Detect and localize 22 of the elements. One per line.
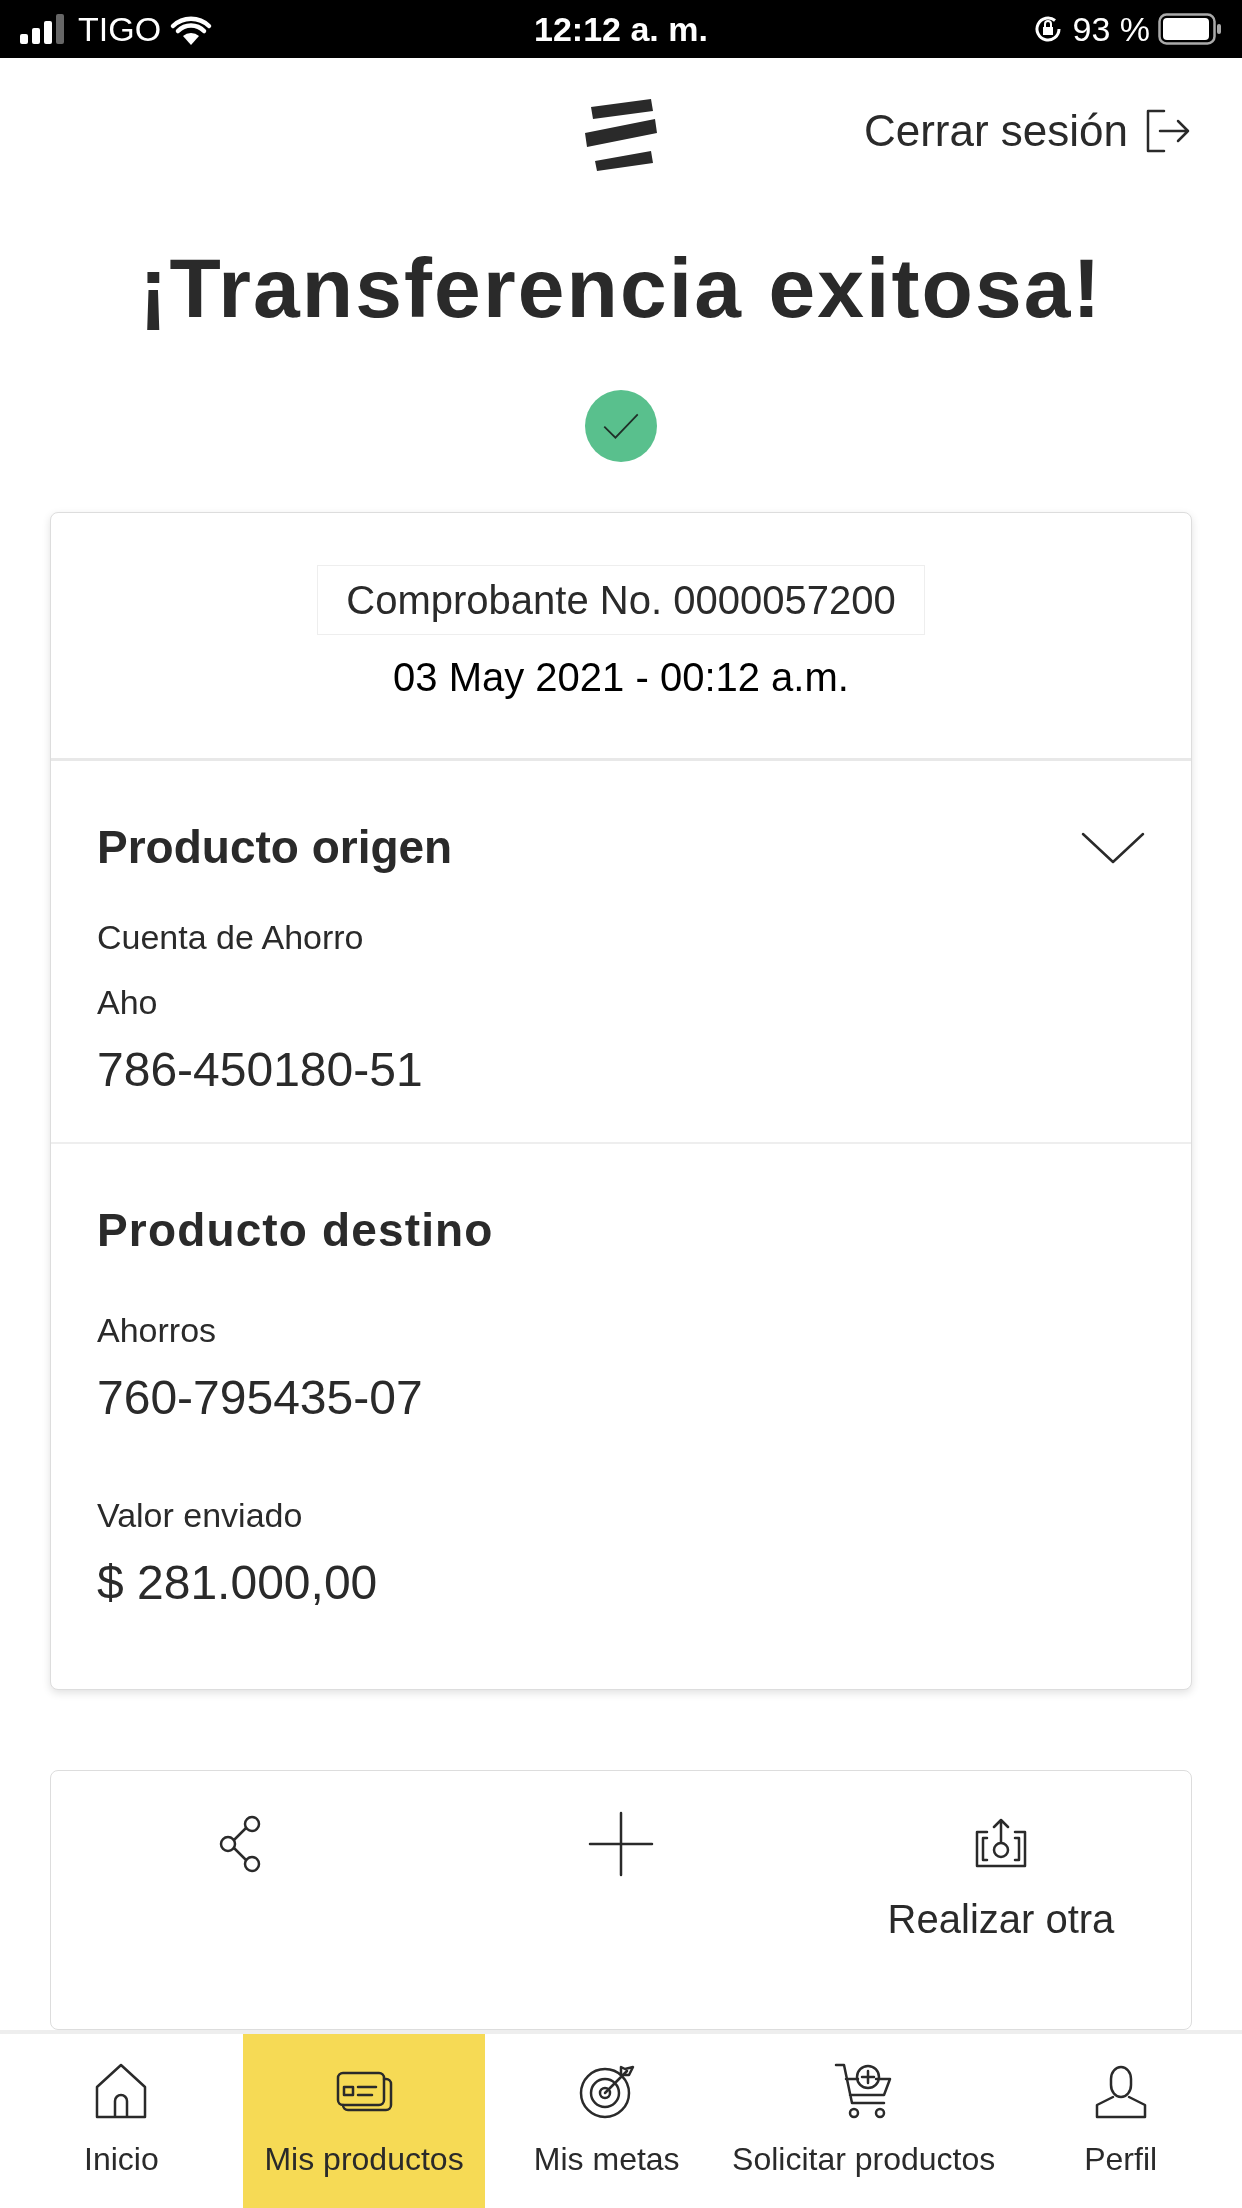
receipt-date: 03 May 2021 - 00:12 a.m. (393, 653, 849, 701)
action-button[interactable]: Realizar otra (887, 1889, 1115, 1949)
receipt-number: Comprobante No. 0000057200 (317, 564, 925, 635)
money-transfer-icon (973, 1818, 1029, 1870)
account-type: Aho (97, 982, 159, 1023)
account-type: Ahorros (97, 1310, 218, 1351)
plus-icon (588, 1811, 654, 1877)
logout-button[interactable]: Cerrar sesión (863, 98, 1192, 164)
amount-label: Valor enviado (97, 1495, 304, 1536)
account-name: Cuenta de Ahorro (97, 917, 365, 958)
battery-icon (1158, 13, 1222, 45)
carrier-name: TIGO (78, 8, 162, 50)
clock-time: 12:12 a. m. (534, 8, 708, 50)
account-number: 760-795435-07 (97, 1370, 424, 1426)
account-number: 786-450180-51 (97, 1042, 424, 1098)
battery-percent: 93 % (1072, 8, 1150, 50)
section-heading: Producto destino (97, 1203, 495, 1258)
nav-tab[interactable]: Mis productos (242, 2034, 486, 2208)
logout-icon (1144, 107, 1192, 155)
success-title: ¡Transferencia exitosa! (139, 246, 1103, 330)
amount-value: $ 281.000,00 (97, 1555, 379, 1611)
section-heading: Producto origen (97, 820, 453, 875)
